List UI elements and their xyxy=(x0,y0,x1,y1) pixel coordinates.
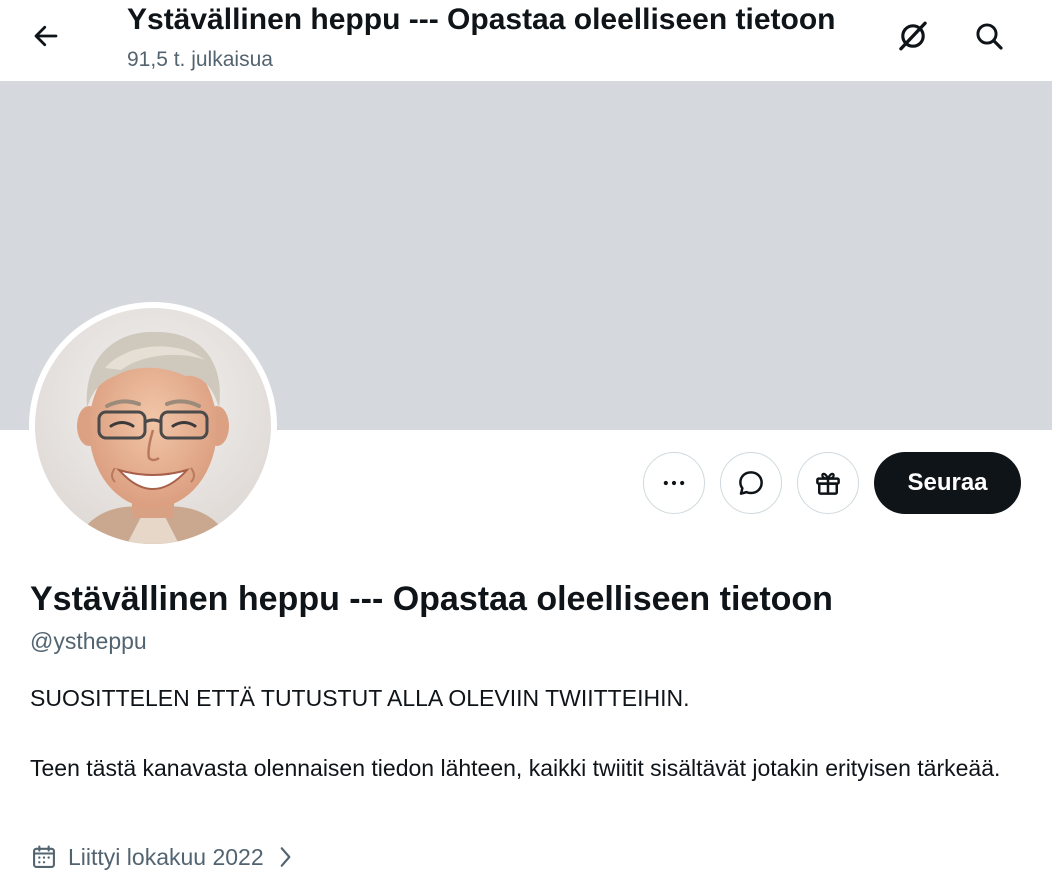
chevron-right-icon xyxy=(280,847,291,867)
profile-bio: SUOSITTELEN ETTÄ TUTUSTUT ALLA OLEVIIN T… xyxy=(30,682,1020,784)
bio-line-2: Teen tästä kanavasta olennaisen tiedon l… xyxy=(30,755,1001,781)
avatar[interactable] xyxy=(29,302,277,550)
back-button[interactable] xyxy=(20,10,72,62)
follow-button[interactable]: Seuraa xyxy=(874,452,1021,514)
header-title: Ystävällinen heppu --- Opastaa oleellise… xyxy=(127,3,836,36)
profile-page: Ystävällinen heppu --- Opastaa oleellise… xyxy=(0,0,1052,878)
avatar-photo xyxy=(35,308,271,544)
joined-date[interactable]: Liittyi lokakuu 2022 xyxy=(30,840,296,874)
search-button[interactable] xyxy=(964,12,1014,60)
arrow-left-icon xyxy=(34,25,58,47)
more-dots-icon xyxy=(663,480,685,486)
message-button[interactable] xyxy=(720,452,782,514)
bio-line-1: SUOSITTELEN ETTÄ TUTUSTUT ALLA OLEVIIN T… xyxy=(30,685,690,711)
gift-icon xyxy=(816,472,840,495)
calendar-icon xyxy=(33,845,55,868)
profile-display-name: Ystävällinen heppu --- Opastaa oleellise… xyxy=(30,580,833,618)
profile-handle: @ystheppu xyxy=(30,628,147,654)
gift-button[interactable] xyxy=(797,452,859,514)
grok-slash-icon xyxy=(899,21,927,51)
message-bubble-icon xyxy=(739,471,763,495)
joined-label: Liittyi lokakuu 2022 xyxy=(68,843,264,870)
more-button[interactable] xyxy=(643,452,705,514)
search-icon xyxy=(976,23,1003,50)
grok-button[interactable] xyxy=(888,12,938,60)
top-bar: Ystävällinen heppu --- Opastaa oleellise… xyxy=(0,0,1052,80)
post-count: 91,5 t. julkaisua xyxy=(127,48,273,71)
